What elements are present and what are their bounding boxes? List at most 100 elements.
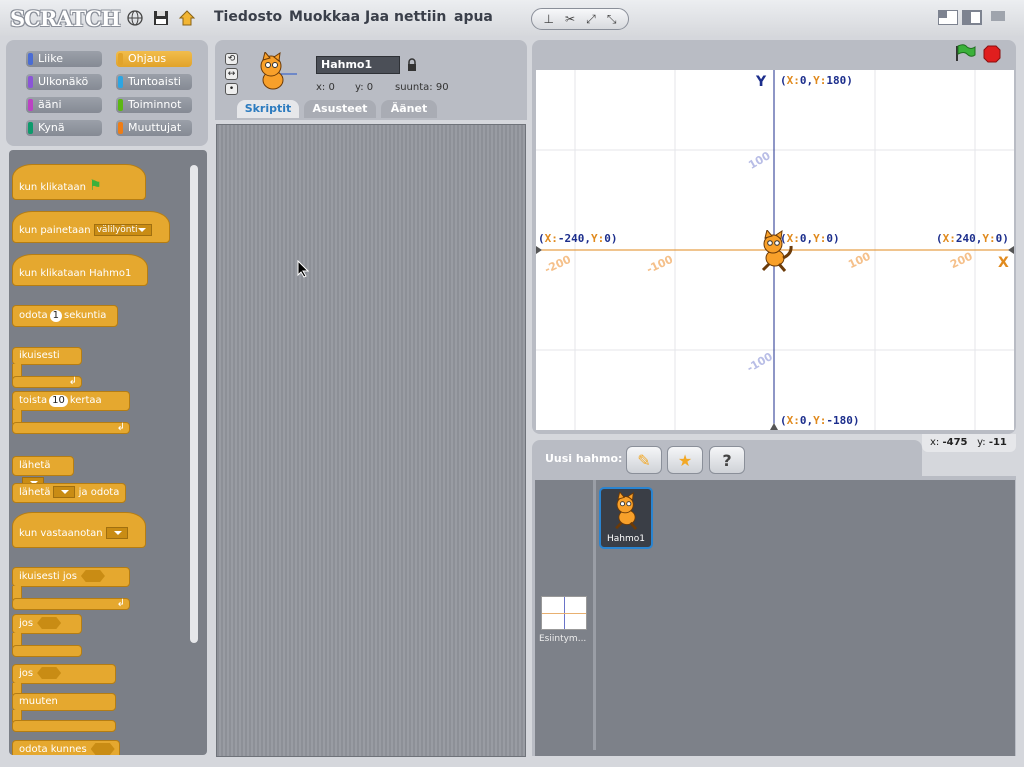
block-text: ikuisesti jos (19, 571, 77, 582)
block-when-i-receive[interactable]: kun vastaanotan (12, 512, 146, 548)
save-icon[interactable] (152, 9, 170, 27)
category-motion[interactable]: Liike (26, 51, 102, 67)
tab-scripts[interactable]: Skriptit (237, 100, 299, 118)
coord-right: (X:240,Y:0) (936, 232, 1009, 245)
block-text: kun painetaan (19, 225, 91, 236)
condition-slot[interactable] (80, 570, 105, 582)
direction-value: 90 (435, 82, 449, 93)
x-value: 0 (328, 82, 335, 93)
block-text: toista (19, 395, 48, 406)
category-label: Toiminnot (128, 98, 182, 111)
sprite-thumb-hahmo1[interactable]: Hahmo1 (599, 487, 653, 549)
coord-value: -240 (557, 232, 585, 245)
block-if-else[interactable]: jos (12, 664, 116, 684)
choose-sprite-from-file-button[interactable]: ★ (667, 446, 703, 474)
block-forever-end: ↲ (12, 376, 82, 388)
category-sensing[interactable]: Tuntoaisti (116, 74, 192, 90)
category-operators[interactable]: Toiminnot (116, 97, 192, 113)
scissors-icon[interactable]: ✂ (565, 12, 575, 26)
category-panel: Liike Ohjaus Ulkonäkö Tuntoaisti ääni To… (6, 40, 208, 146)
green-flag-button[interactable] (954, 44, 976, 65)
palette-scrollbar[interactable] (190, 165, 198, 643)
message-dropdown[interactable] (53, 486, 76, 498)
block-when-key-pressed[interactable]: kun painetaan välilyönti (12, 211, 170, 243)
x-label: x: (316, 82, 326, 93)
block-text: jos (19, 618, 34, 629)
shrink-icon[interactable]: ⤡ (607, 12, 617, 27)
stage-thumbnail[interactable] (541, 596, 587, 630)
block-if-else-end (12, 720, 116, 732)
block-text: muuten (19, 696, 58, 707)
block-text: kun klikataan Hahmo1 (19, 268, 132, 279)
coord-value: 240 (955, 232, 976, 245)
repeat-input[interactable]: 10 (49, 395, 68, 407)
block-wait[interactable]: odota 1 sekuntia (12, 305, 118, 327)
block-repeat[interactable]: toista 10 kertaa (12, 391, 130, 411)
block-forever-if[interactable]: ikuisesti jos (12, 567, 130, 587)
stop-button[interactable] (983, 45, 1001, 66)
block-broadcast-and-wait[interactable]: lähetä ja odota (12, 483, 126, 503)
lock-icon[interactable] (407, 58, 417, 72)
tab-costumes[interactable]: Asusteet (304, 100, 376, 118)
globe-icon[interactable] (126, 9, 144, 27)
category-variables[interactable]: Muuttujat (116, 120, 192, 136)
sprite-direction-readout: suunta: 90 (395, 82, 449, 93)
menu-file[interactable]: Tiedosto (214, 9, 282, 25)
condition-slot[interactable] (90, 743, 115, 755)
block-broadcast[interactable]: lähetä (12, 456, 74, 489)
sprite-name-field[interactable]: Hahmo1 (316, 56, 400, 74)
share-icon[interactable] (178, 9, 196, 27)
normal-stage-icon[interactable] (962, 10, 982, 25)
no-rotate-icon[interactable]: • (225, 83, 238, 95)
block-when-sprite-clicked[interactable]: kun klikataan Hahmo1 (12, 254, 148, 286)
coord-value: 0 (826, 232, 833, 245)
random-sprite-button[interactable]: ? (709, 446, 745, 474)
category-color-mark (28, 53, 33, 65)
rotate-icon[interactable]: ⟲ (225, 53, 238, 65)
menu-share[interactable]: Jaa nettiin (365, 9, 446, 25)
category-looks[interactable]: Ulkonäkö (26, 74, 102, 90)
category-pen[interactable]: Kynä (26, 120, 102, 136)
grow-icon[interactable]: ⤢ (586, 12, 596, 27)
script-area[interactable] (216, 124, 526, 757)
block-wait-until[interactable]: odota kunnes (12, 740, 120, 755)
question-star-icon: ? (722, 450, 732, 470)
block-if[interactable]: jos (12, 614, 82, 634)
y-value: 0 (366, 82, 374, 93)
tab-sounds[interactable]: Äänet (381, 100, 437, 118)
small-stage-icon[interactable] (938, 10, 958, 25)
condition-slot[interactable] (37, 667, 62, 679)
presentation-icon[interactable] (988, 10, 1008, 25)
block-repeat-end: ↲ (12, 422, 130, 434)
category-control[interactable]: Ohjaus (116, 51, 192, 67)
cat-sprite[interactable] (755, 228, 795, 275)
block-text: odota (19, 310, 48, 321)
menu-help[interactable]: apua (454, 9, 493, 25)
loop-arrow-icon: ↲ (68, 376, 77, 387)
coord-value: 180 (826, 74, 847, 87)
mouse-y-value: -11 (988, 437, 1007, 448)
paint-new-sprite-button[interactable]: ✎ (626, 446, 662, 474)
direction-label: suunta: (395, 82, 433, 93)
block-when-flag-clicked[interactable]: kun klikataan ⚑ (12, 164, 146, 200)
flip-icon[interactable]: ↔ (225, 68, 238, 80)
key-dropdown[interactable]: välilyönti (93, 224, 152, 236)
top-bar: SCRATCH Tiedosto Muokkaa Jaa nettiin apu… (0, 0, 1024, 36)
loop-arrow-icon: ↲ (116, 598, 125, 609)
category-sound[interactable]: ääni (26, 97, 102, 113)
stage[interactable]: Y X (X:0,Y:180) (X:0,Y:-180) (X:-240,Y:0… (536, 70, 1014, 430)
condition-slot[interactable] (37, 617, 62, 629)
coord-value: 0 (799, 232, 807, 245)
stamp-icon[interactable]: ⊥ (544, 12, 554, 26)
block-forever[interactable]: ikuisesti (12, 347, 82, 365)
paint-star-icon: ✎ (637, 450, 651, 470)
block-else: muuten (12, 693, 116, 711)
block-forever-if-end: ↲ (12, 598, 130, 610)
message-dropdown[interactable] (105, 527, 128, 539)
menu-edit[interactable]: Muokkaa (289, 9, 360, 25)
category-color-mark (118, 99, 123, 111)
block-text: lähetä (19, 487, 51, 498)
stage-thumbnail-label: Esiintym... (539, 634, 587, 644)
wait-input[interactable]: 1 (49, 310, 63, 322)
green-flag-icon: ⚑ (89, 178, 102, 194)
